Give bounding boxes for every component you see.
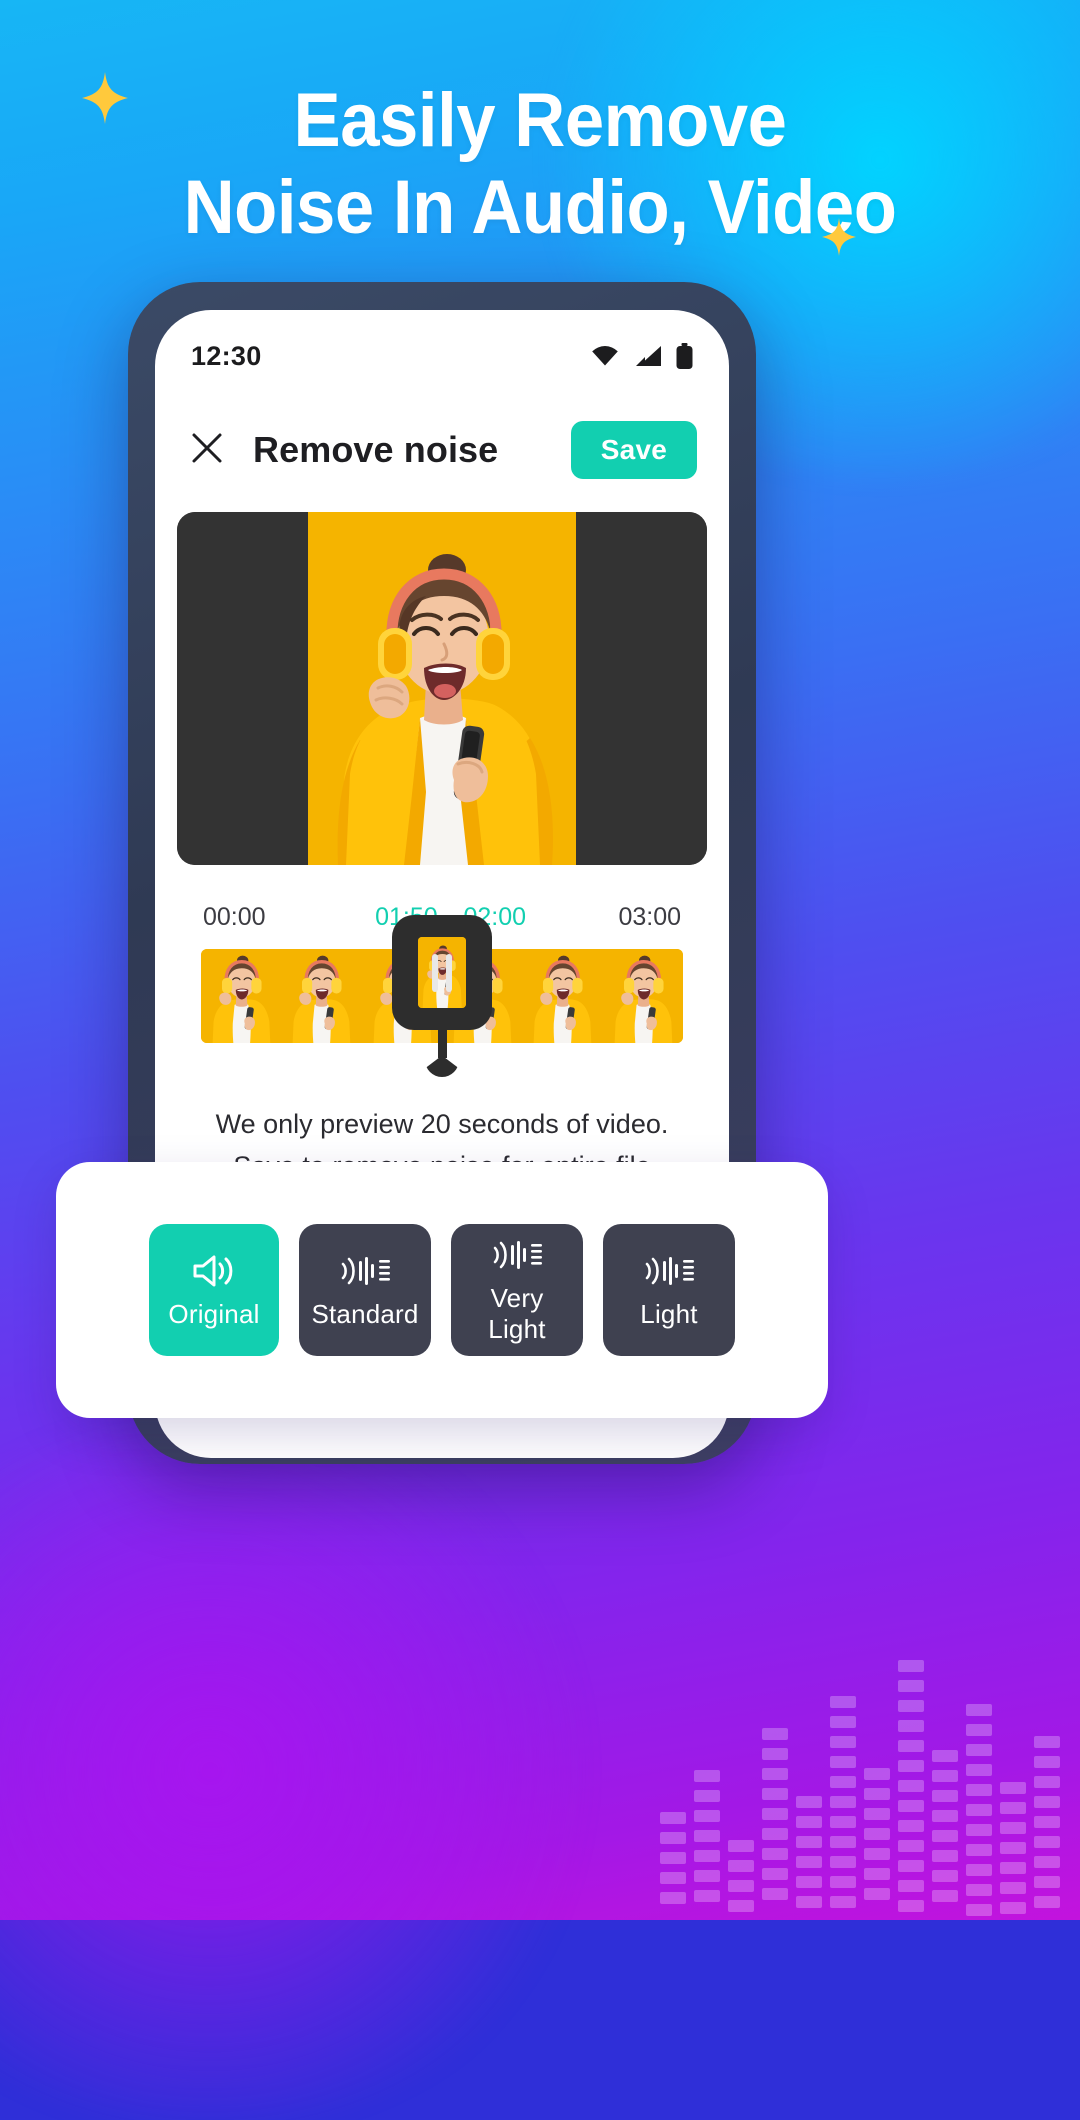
background-glow-bottom-left — [0, 1420, 620, 2120]
filmstrip-thumbnail — [602, 949, 683, 1043]
preset-light-button[interactable]: Light — [603, 1224, 735, 1356]
filmstrip[interactable] — [201, 949, 683, 1043]
close-button[interactable] — [187, 430, 227, 470]
preset-label: Original — [168, 1298, 260, 1329]
filmstrip-thumbnail — [201, 949, 282, 1043]
video-preview[interactable] — [177, 512, 707, 865]
timeline-label-current: 01:50 — [375, 903, 438, 931]
preset-label: Very Light — [488, 1283, 546, 1344]
timeline-label-start: 00:00 — [203, 903, 266, 931]
caption-line-1: We only preview 20 seconds of video. — [215, 1109, 669, 1139]
save-button[interactable]: Save — [570, 421, 697, 479]
page-title: Remove noise — [253, 429, 499, 470]
noise-bars-icon — [491, 1235, 543, 1275]
battery-full-icon — [676, 342, 693, 370]
promo-headline: Easily Remove Noise In Audio, Video — [38, 78, 1042, 251]
preview-illustration — [308, 512, 576, 865]
cellular-signal-icon — [633, 344, 663, 368]
app-header: Remove noise Save — [155, 402, 729, 498]
timeline-scrubber[interactable] — [201, 915, 683, 1077]
sparkle-icon — [822, 218, 856, 256]
video-letterbox-right — [576, 512, 707, 865]
headline-line-1: Easily Remove — [293, 78, 787, 163]
equalizer-decoration — [660, 1660, 1060, 1916]
sparkle-icon — [82, 72, 128, 124]
filmstrip-thumbnail — [281, 949, 362, 1043]
status-bar: 12:30 — [155, 310, 729, 402]
timeline-label-selection: 02:00 — [463, 903, 527, 931]
status-bar-time: 12:30 — [191, 340, 262, 371]
timeline-label-end: 03:00 — [618, 903, 681, 931]
playhead-foot — [425, 1055, 459, 1077]
preset-label: Light — [640, 1298, 698, 1329]
filmstrip-thumbnail — [441, 949, 523, 1043]
preset-standard-button[interactable]: Standard — [299, 1224, 431, 1356]
video-frame — [308, 512, 576, 865]
preset-label: Standard — [311, 1298, 419, 1329]
preset-very-light-button[interactable]: Very Light — [451, 1224, 583, 1356]
close-icon — [190, 431, 224, 470]
headline-line-2: Noise In Audio, Video — [183, 164, 897, 250]
noise-bars-icon — [643, 1251, 695, 1291]
status-bar-icons — [590, 342, 693, 370]
filmstrip-thumbnail — [522, 949, 603, 1043]
noise-preset-sheet: Original Standard Very Light Light — [56, 1162, 828, 1418]
timeline-labels: 00:00 01:50 02:00 03:00 — [203, 903, 681, 937]
speaker-wave-icon — [191, 1251, 237, 1291]
noise-bars-icon — [339, 1251, 391, 1291]
wifi-icon — [590, 344, 620, 368]
video-letterbox-left — [177, 512, 308, 865]
filmstrip-thumbnail — [361, 949, 442, 1043]
preset-original-button[interactable]: Original — [149, 1224, 279, 1356]
